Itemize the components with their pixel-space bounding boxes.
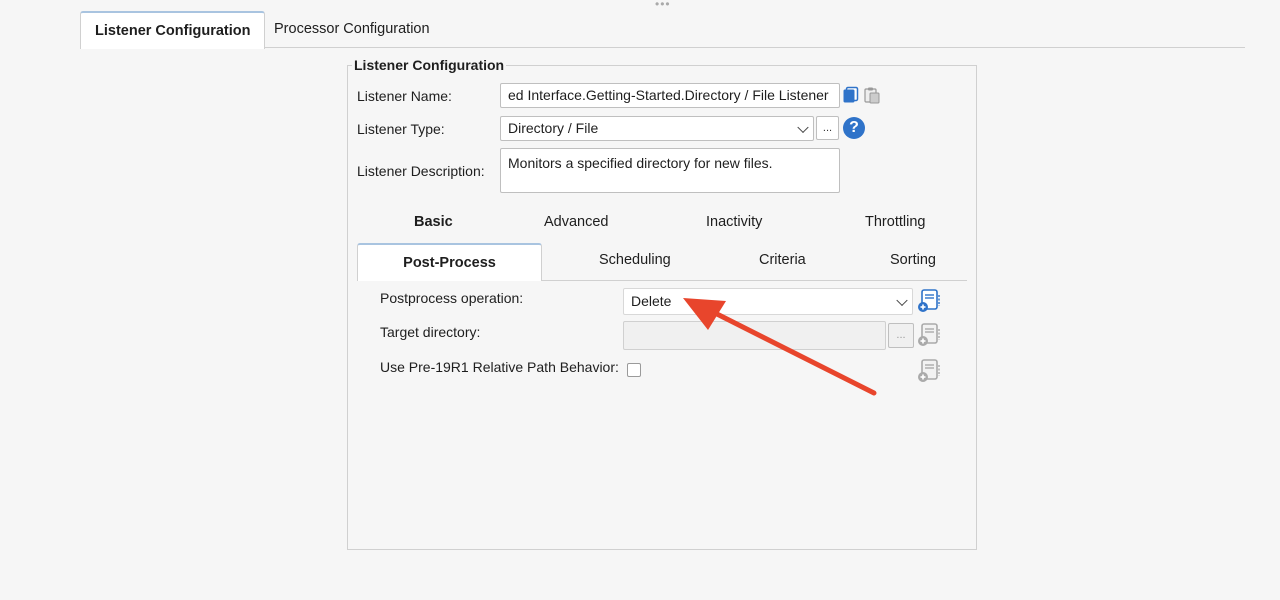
tab-post-process[interactable]: Post-Process: [357, 243, 542, 281]
tab-listener-configuration[interactable]: Listener Configuration: [80, 11, 266, 49]
chevron-down-icon: [797, 121, 809, 133]
tab-advanced[interactable]: Advanced: [544, 214, 609, 230]
group-title: Listener Configuration: [352, 57, 507, 73]
help-icon[interactable]: ?: [843, 117, 865, 139]
tab-processor-configuration[interactable]: Processor Configuration: [260, 11, 444, 48]
pre19r1-path-label: Use Pre-19R1 Relative Path Behavior:: [380, 359, 619, 375]
chevron-down-icon: [896, 294, 908, 306]
target-directory-label: Target directory:: [380, 324, 481, 340]
add-variable-icon[interactable]: [916, 322, 942, 348]
copy-icon[interactable]: [842, 86, 860, 104]
listener-description-input[interactable]: Monitors a specified directory for new f…: [500, 148, 840, 193]
tab-throttling[interactable]: Throttling: [865, 214, 925, 230]
listener-type-more-button[interactable]: ...: [816, 116, 839, 140]
paste-icon[interactable]: [863, 86, 881, 104]
add-variable-icon[interactable]: [916, 358, 942, 384]
postprocess-operation-label: Postprocess operation:: [380, 290, 524, 306]
listener-name-input[interactable]: ed Interface.Getting-Started.Directory /…: [500, 83, 840, 108]
tab-scheduling[interactable]: Scheduling: [599, 252, 671, 268]
tab-criteria[interactable]: Criteria: [759, 252, 806, 268]
pre19r1-path-checkbox[interactable]: [627, 363, 641, 377]
target-directory-input[interactable]: [623, 321, 886, 350]
target-directory-browse-button[interactable]: ...: [888, 323, 914, 348]
drag-handle[interactable]: •••: [655, 0, 671, 11]
listener-description-label: Listener Description:: [357, 163, 485, 179]
listener-name-label: Listener Name:: [357, 88, 452, 104]
postprocess-operation-select[interactable]: Delete: [623, 288, 913, 315]
tab-inactivity[interactable]: Inactivity: [706, 214, 762, 230]
add-variable-icon[interactable]: [916, 288, 942, 314]
listener-type-label: Listener Type:: [357, 121, 445, 137]
tab-basic[interactable]: Basic: [414, 214, 453, 230]
listener-type-select[interactable]: Directory / File: [500, 116, 814, 141]
tab-sorting[interactable]: Sorting: [890, 252, 936, 268]
